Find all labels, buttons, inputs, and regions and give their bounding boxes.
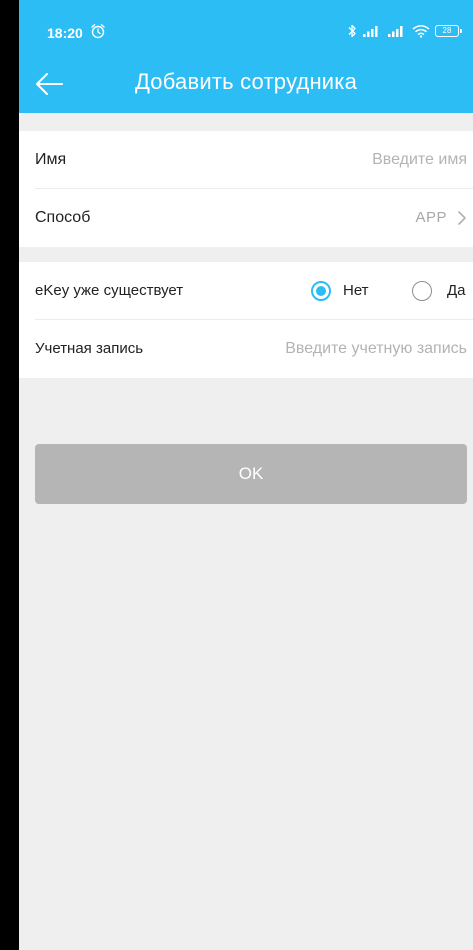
method-row[interactable]: Способ APP (19, 189, 473, 247)
radio-yes[interactable] (412, 281, 432, 301)
ekey-exists-label: eKey уже существует (35, 282, 184, 299)
account-row[interactable]: Учетная запись Введите учетную запись (19, 320, 473, 378)
ekey-exists-row: eKey уже существует Нет Да (19, 262, 473, 320)
account-input[interactable]: Введите учетную запись (285, 320, 467, 378)
name-input[interactable]: Введите имя (372, 131, 467, 189)
status-icons: 28 (347, 22, 462, 40)
radio-yes-label[interactable]: Да (447, 262, 466, 320)
chevron-right-icon (458, 211, 466, 225)
account-label: Учетная запись (35, 340, 144, 357)
wifi-icon (412, 25, 430, 38)
method-value: APP (415, 209, 447, 226)
status-time: 18:20 (47, 25, 83, 41)
method-label: Способ (35, 209, 91, 226)
signal-icon (388, 26, 403, 37)
radio-no[interactable] (311, 281, 331, 301)
radio-no-label[interactable]: Нет (343, 262, 369, 320)
header: 18:20 28 Добавить сотрудника (19, 0, 473, 113)
battery-icon: 28 (435, 25, 462, 37)
alarm-icon (91, 24, 105, 39)
ok-button[interactable]: OK (35, 444, 467, 504)
signal-icon (363, 26, 378, 37)
page-title: Добавить сотрудника (134, 69, 358, 94)
bluetooth-icon (348, 24, 356, 38)
app-screen: 18:20 28 Добавить сотрудника Имя Введите… (19, 0, 473, 950)
name-label: Имя (35, 151, 67, 168)
name-row[interactable]: Имя Введите имя (19, 131, 473, 189)
